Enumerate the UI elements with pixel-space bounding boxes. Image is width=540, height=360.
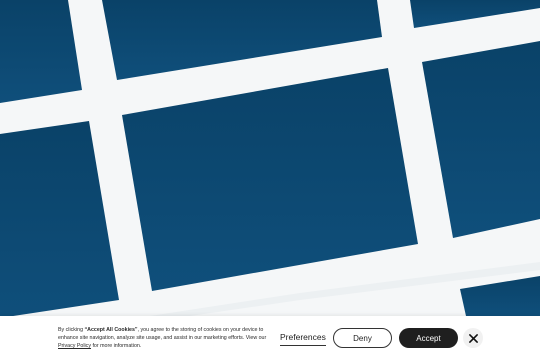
page-background: By clicking “Accept All Cookies”, you ag… (0, 0, 540, 360)
grid-tile (102, 0, 382, 80)
cookie-consent-text: By clicking “Accept All Cookies”, you ag… (58, 326, 276, 350)
close-banner-button[interactable] (463, 328, 483, 348)
privacy-policy-link[interactable]: Privacy Policy (58, 343, 91, 349)
grid-tile (122, 68, 418, 291)
grid-tile (0, 121, 119, 318)
cookie-text-emphasis: “Accept All Cookies” (84, 327, 138, 333)
deny-button[interactable]: Deny (333, 328, 392, 348)
cookie-banner: By clicking “Accept All Cookies”, you ag… (0, 316, 540, 360)
close-icon (468, 333, 478, 343)
accept-button[interactable]: Accept (399, 328, 458, 348)
grid-tile (410, 0, 540, 28)
grid-tile (422, 41, 540, 238)
tilted-image-grid (0, 0, 540, 318)
grid-tile (0, 0, 82, 103)
cookie-text-suffix: for more information. (90, 343, 142, 349)
cookie-text-prefix: By clicking (58, 327, 85, 333)
grid-tile (460, 276, 540, 316)
preferences-button[interactable]: Preferences (280, 330, 326, 346)
